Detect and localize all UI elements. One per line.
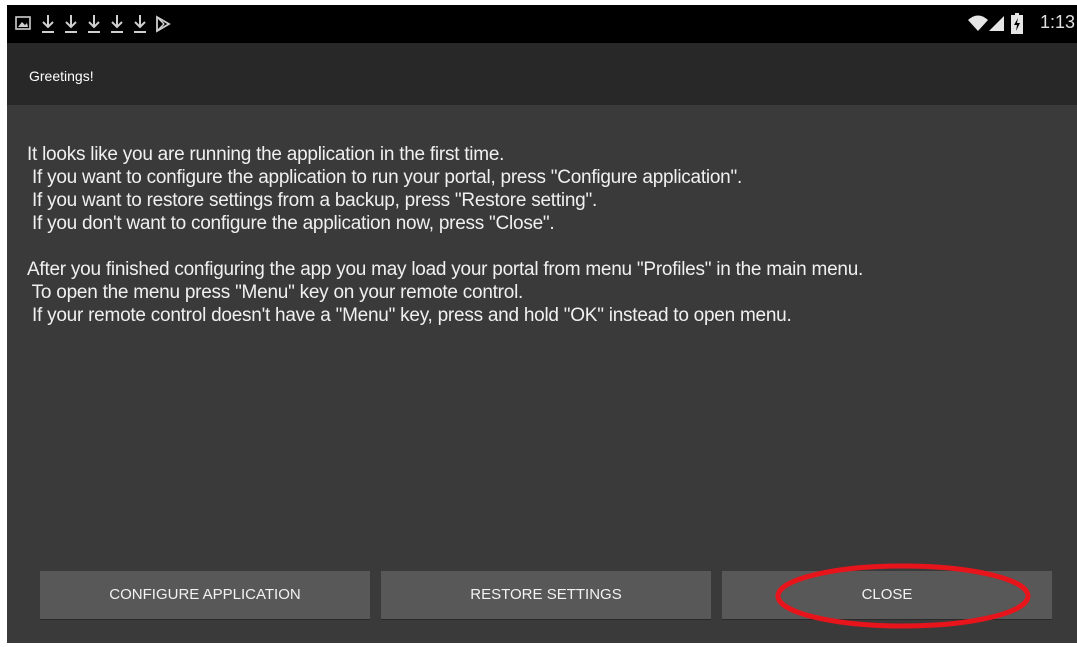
signal-icon xyxy=(989,16,1004,31)
status-clock: 1:13 xyxy=(1039,12,1075,32)
dialog-title: Greetings! xyxy=(29,68,94,84)
download-icon xyxy=(88,15,100,33)
download-icon xyxy=(42,15,54,33)
dialog-message: It looks like you are running the applic… xyxy=(27,143,1072,327)
message-line: It looks like you are running the applic… xyxy=(27,144,505,165)
configure-application-button[interactable]: CONFIGURE APPLICATION xyxy=(40,571,370,619)
status-bar: 1:13 xyxy=(7,5,1077,43)
download-icon xyxy=(65,15,77,33)
play-store-icon xyxy=(156,15,171,33)
android-screen: 1:13 Greetings! It looks like you are ru… xyxy=(7,5,1077,643)
message-gap xyxy=(27,235,1072,258)
message-line: If you want to restore settings from a b… xyxy=(27,190,597,211)
wifi-icon xyxy=(968,15,988,31)
message-line: To open the menu press "Menu" key on you… xyxy=(27,282,524,303)
battery-charging-icon xyxy=(1011,13,1023,34)
message-line: If you don't want to configure the appli… xyxy=(27,213,555,234)
close-button[interactable]: CLOSE xyxy=(722,571,1052,619)
message-line: If you want to configure the application… xyxy=(27,167,743,188)
download-icon xyxy=(134,15,146,33)
download-icon xyxy=(111,15,123,33)
restore-settings-button[interactable]: RESTORE SETTINGS xyxy=(381,571,711,619)
message-line: If your remote control doesn't have a "M… xyxy=(27,305,792,326)
gallery-icon xyxy=(15,16,31,30)
message-line: After you finished configuring the app y… xyxy=(27,259,864,280)
dialog-title-bar: Greetings! xyxy=(7,43,1077,105)
